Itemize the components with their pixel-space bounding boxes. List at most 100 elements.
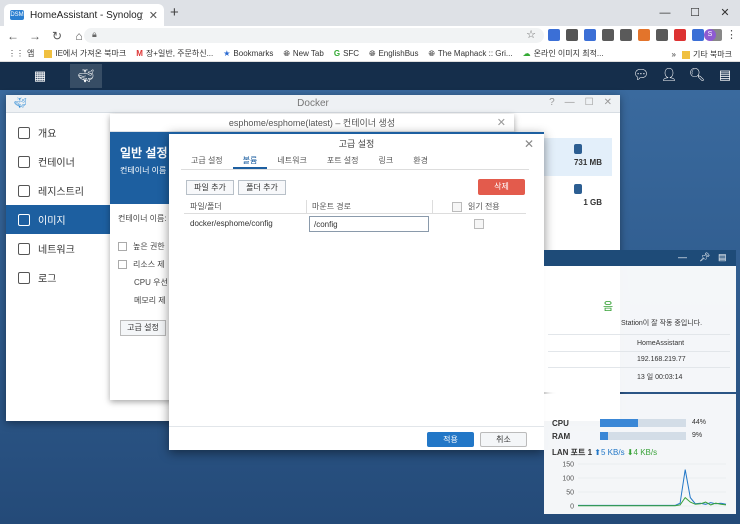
user-icon[interactable]: 👤︎ [660, 66, 678, 84]
address-bar[interactable]: 🔒︎ ☆ [84, 28, 544, 43]
privilege-option[interactable]: 높은 권한 [118, 238, 174, 256]
read-only-all-checkbox[interactable] [452, 202, 462, 212]
sidebar-item-overview[interactable]: 개요 [6, 118, 110, 147]
database-icon [574, 184, 582, 194]
sidebar-item-log[interactable]: 로그 [6, 263, 110, 292]
tab-close-icon[interactable]: ✕ [149, 9, 158, 22]
bookmark-item[interactable]: 🌐︎ EnglishBus [369, 49, 418, 59]
back-icon[interactable]: ← [6, 29, 20, 43]
extension-icon[interactable] [638, 29, 650, 41]
docker-icon[interactable]: 🐳︎ [70, 64, 102, 88]
table-row[interactable]: docker/esphome/config [184, 214, 526, 234]
bookmark-item[interactable]: 🌐︎ New Tab [283, 49, 323, 59]
y-tick-label: 150 [562, 462, 574, 469]
maximize-icon[interactable]: ☐ [585, 97, 594, 108]
close-icon[interactable]: ✕ [524, 134, 534, 154]
extension-icon[interactable] [692, 29, 704, 41]
apps-grid-icon: ⋮⋮ [8, 49, 24, 58]
database-icon [574, 144, 582, 154]
pin-icon[interactable]: 📌︎ [699, 252, 710, 263]
advanced-settings-button[interactable]: 고급 설정 [120, 320, 166, 336]
container-name-label: 컨테이너 이름: [118, 214, 167, 223]
read-only-checkbox[interactable] [474, 219, 484, 229]
bookmark-item[interactable]: G SFC [334, 49, 359, 58]
grid-icon[interactable]: ▦ [24, 64, 56, 88]
help-icon[interactable]: ? [549, 97, 555, 108]
mount-path-input[interactable] [309, 216, 429, 232]
extension-icon[interactable] [620, 29, 632, 41]
docker-titlebar[interactable]: 🐳︎ Docker ? — ☐ ✕ [6, 95, 620, 113]
create-titlebar[interactable]: esphome/esphome(latest) – 컨테이너 생성 ✕ [110, 114, 514, 132]
privilege-checkbox[interactable] [118, 242, 127, 252]
extension-icon[interactable] [602, 29, 614, 41]
cancel-button[interactable]: 취소 [480, 432, 527, 447]
dialog-title: 고급 설정 [338, 139, 375, 149]
bookmark-star-icon[interactable]: ☆ [526, 28, 536, 41]
extension-icon[interactable] [674, 29, 686, 41]
tab-advanced[interactable]: 고급 설정 [181, 152, 233, 169]
browser-tab[interactable]: DSM HomeAssistant - Synology DiskS ✕ [4, 4, 164, 26]
sidebar-item-image[interactable]: 이미지 [6, 205, 110, 234]
extension-icon[interactable] [566, 29, 578, 41]
profile-avatar[interactable]: S [704, 29, 716, 41]
column-header-source[interactable]: 파일/폴더 [190, 201, 222, 212]
image-row-selected[interactable]: 731 MB [544, 138, 612, 176]
health-message: Station이 잘 작동 중입니다. [621, 320, 703, 327]
bookmark-item[interactable]: ☁ 온라인 이미지 최적... [523, 48, 604, 59]
docker-sidebar: 개요 컨테이너 레지스트리 이미지 네트워크 로그 [6, 118, 110, 292]
other-bookmarks[interactable]: 기타 북마크 [681, 49, 732, 60]
tab-environment[interactable]: 환경 [403, 152, 438, 169]
column-header-read-only[interactable]: 읽기 전용 [468, 201, 500, 212]
extension-icon[interactable] [656, 29, 668, 41]
minimize-icon[interactable]: — [678, 252, 687, 262]
close-window-icon[interactable]: ✕ [710, 0, 740, 26]
star-icon: ★ [223, 49, 231, 58]
minimize-icon[interactable]: — [565, 97, 575, 108]
add-file-button[interactable]: 파일 추가 [186, 180, 234, 195]
resource-checkbox[interactable] [118, 260, 127, 270]
tab-links[interactable]: 링크 [369, 152, 404, 169]
apply-button[interactable]: 적용 [427, 432, 474, 447]
delete-button[interactable]: 삭제 [478, 179, 525, 195]
minimize-icon[interactable]: — [650, 0, 680, 26]
bookmarks-more[interactable]: » [672, 50, 676, 59]
download-series-line [578, 496, 727, 507]
bookmark-item[interactable]: M 장+일반, 주문하신... [136, 48, 213, 59]
bookmark-item[interactable]: 🌐︎ The Maphack :: Gri... [429, 49, 513, 59]
bookmark-item[interactable]: ★ Bookmarks [223, 49, 273, 58]
upload-arrow-icon: ⬆ [594, 448, 601, 457]
dialog-titlebar[interactable]: 고급 설정 ✕ [169, 134, 544, 154]
new-tab-button[interactable]: + [170, 4, 179, 21]
image-row[interactable]: 1 GB [544, 178, 612, 216]
sidebar-item-network[interactable]: 네트워크 [6, 234, 110, 263]
volume-table: 파일/폴더 마운트 경로 읽기 전용 docker/esphome/config [184, 200, 526, 234]
add-folder-button[interactable]: 폴더 추가 [238, 180, 286, 195]
maximize-icon[interactable]: ☐ [680, 0, 710, 26]
close-icon[interactable]: ✕ [604, 97, 612, 108]
sidebar-item-container[interactable]: 컨테이너 [6, 147, 110, 176]
forward-icon[interactable]: → [28, 29, 42, 43]
overview-icon [18, 126, 30, 139]
extension-icon[interactable] [584, 29, 596, 41]
widget-icon[interactable]: ▤ [716, 66, 734, 84]
reload-icon[interactable]: ↻ [50, 29, 64, 43]
browser-menu-icon[interactable]: ⋮ [726, 28, 737, 41]
extensions [548, 29, 722, 41]
tab-volume[interactable]: 볼륨 [232, 152, 268, 169]
resource-option[interactable]: 리소스 제 [118, 256, 174, 274]
download-arrow-icon: ⬇ [626, 448, 634, 457]
tab-network[interactable]: 네트워크 [267, 152, 316, 169]
extension-icon[interactable] [548, 29, 560, 41]
tab-title: HomeAssistant - Synology DiskS [30, 9, 143, 21]
column-header-mount-path[interactable]: 마운트 경로 [312, 201, 351, 212]
close-icon[interactable]: ✕ [497, 114, 506, 132]
bookmark-item[interactable]: IE에서 가져온 북마크 [44, 48, 126, 59]
widget-settings-icon[interactable]: ▤ [718, 252, 727, 263]
tab-port-settings[interactable]: 포트 설정 [317, 152, 369, 169]
chat-icon[interactable]: 💬︎ [632, 66, 650, 84]
lock-icon[interactable]: 🔒︎ [92, 29, 97, 40]
hostname: HomeAssistant [637, 340, 685, 347]
sidebar-item-registry[interactable]: 레지스트리 [6, 176, 110, 205]
bookmark-apps[interactable]: ⋮⋮ 앱 [8, 48, 34, 59]
search-icon[interactable]: 🔍︎ [688, 66, 706, 84]
